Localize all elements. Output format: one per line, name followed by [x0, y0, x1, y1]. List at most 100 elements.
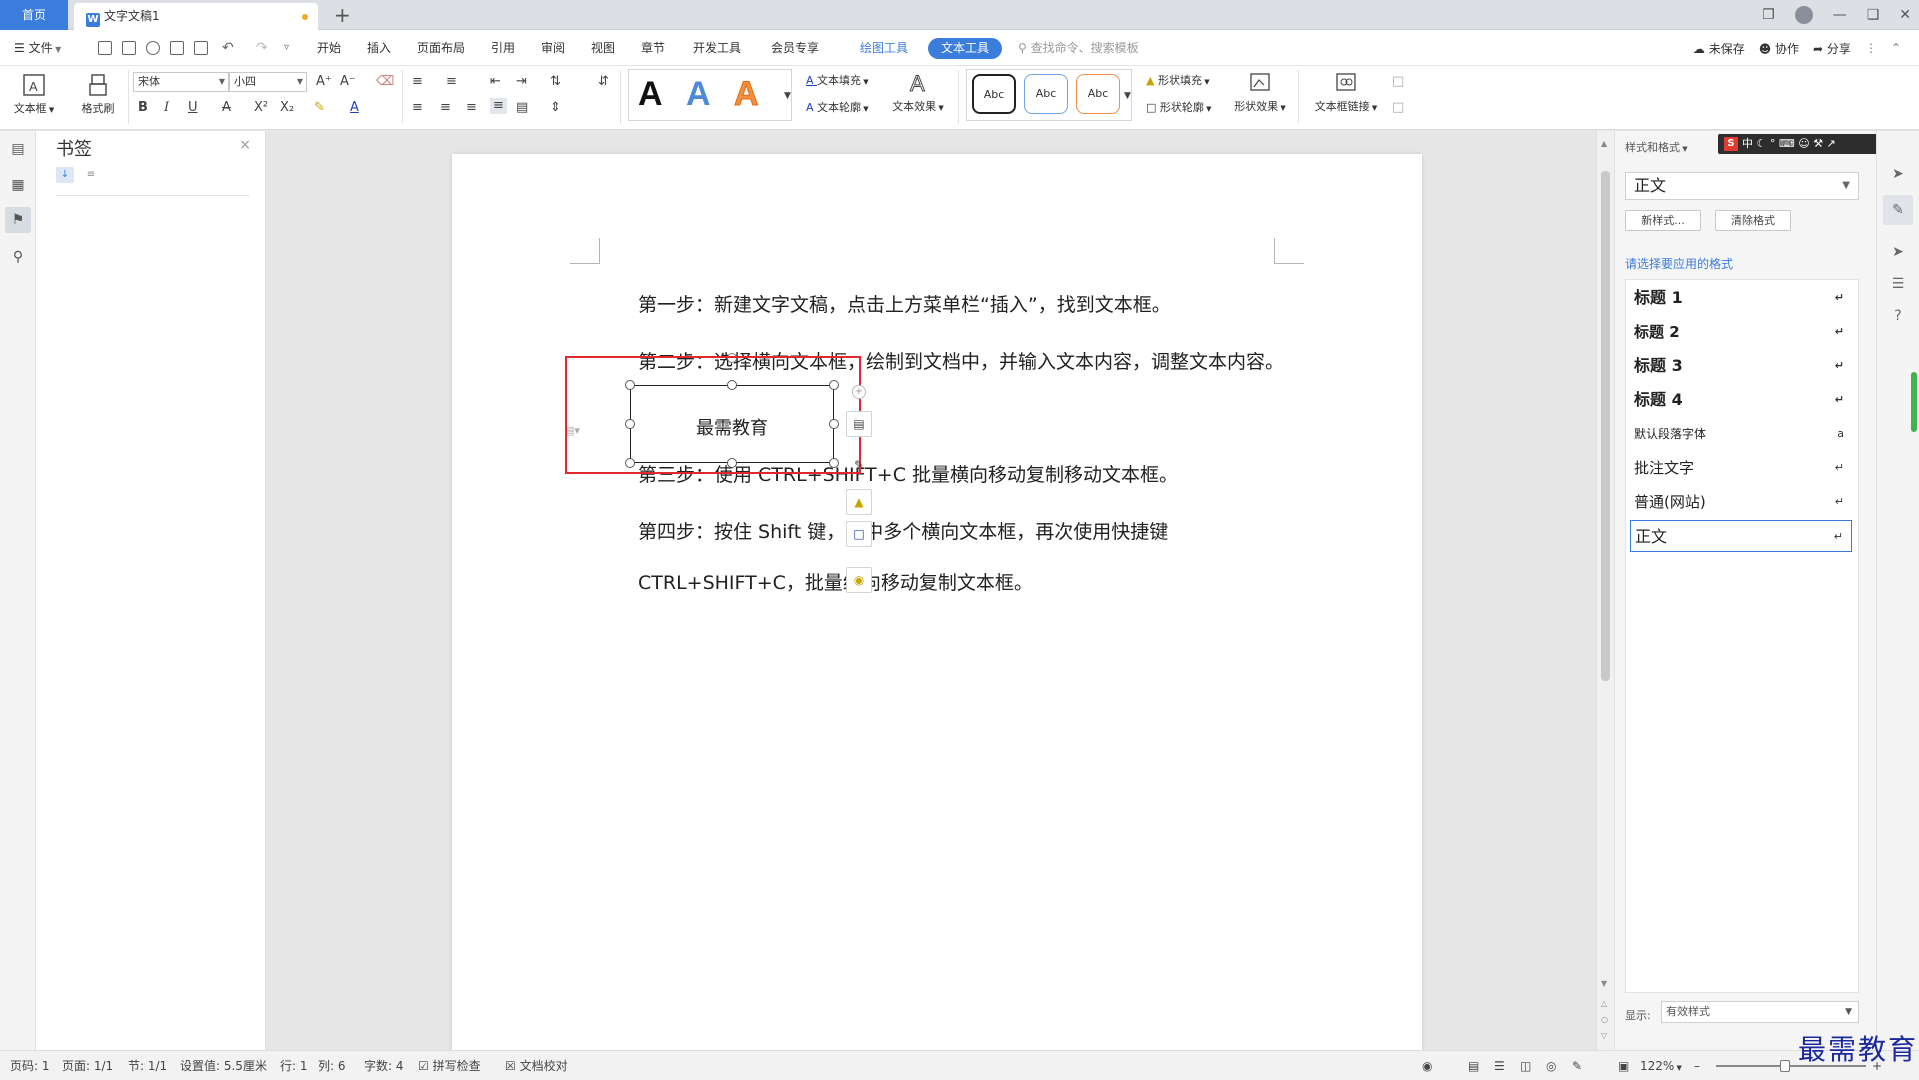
subscript-icon[interactable]: X₂: [280, 100, 294, 116]
add-icon[interactable]: +: [852, 385, 866, 399]
decrease-indent-icon[interactable]: ⇤: [490, 74, 501, 90]
minimize-button[interactable]: —: [1833, 7, 1847, 23]
align-right-icon[interactable]: ≡: [466, 100, 477, 116]
textbox-link-button[interactable]: 文本框链接 ▼: [1308, 70, 1384, 114]
status-pages[interactable]: 页面: 1/1: [62, 1051, 113, 1080]
shape-effects-button[interactable]: 形状效果 ▼: [1230, 70, 1290, 114]
outline-icon[interactable]: □: [846, 521, 872, 547]
collaborate-button[interactable]: ☻ 协作: [1759, 40, 1799, 57]
tab-insert[interactable]: 插入: [367, 30, 391, 66]
gallery-more-icon[interactable]: ▼: [1124, 88, 1131, 104]
format-painter-button[interactable]: 格式刷: [74, 72, 122, 116]
scroll-down-icon[interactable]: ▼: [1601, 979, 1607, 988]
font-name-select[interactable]: 宋体 ▼: [133, 72, 229, 92]
unsaved-button[interactable]: ☁ 未保存: [1693, 40, 1745, 57]
prev-page-icon[interactable]: △: [1601, 999, 1607, 1008]
reading-view-icon[interactable]: ◫: [1520, 1051, 1531, 1080]
document-tab[interactable]: W 文字文稿1: [74, 3, 318, 30]
web-view-icon[interactable]: ◎: [1546, 1051, 1556, 1080]
tab-start[interactable]: 开始: [317, 30, 341, 66]
avatar[interactable]: [1794, 6, 1813, 24]
style-heading-2[interactable]: 标题 2 ↵: [1630, 316, 1852, 348]
tab-developer[interactable]: 开发工具: [693, 30, 741, 66]
fit-page-icon[interactable]: ▣: [1618, 1051, 1629, 1080]
new-tab-button[interactable]: +: [334, 2, 351, 28]
textbox-button[interactable]: A 文本框 ▼: [10, 72, 58, 116]
close-window-button[interactable]: ✕: [1899, 7, 1911, 23]
document-page[interactable]: 第一步：新建文字文稿，点击上方菜单栏“插入”，找到文本框。 第二步：选择横向文本…: [452, 154, 1422, 1050]
font-color-icon[interactable]: A: [350, 100, 359, 116]
grow-font-icon[interactable]: A⁺: [316, 74, 332, 90]
paragraph-step-1[interactable]: 第一步：新建文字文稿，点击上方菜单栏“插入”，找到文本框。: [638, 290, 1171, 317]
show-select[interactable]: 有效样式 ▼: [1661, 1001, 1859, 1023]
new-style-button[interactable]: 新样式...: [1625, 210, 1701, 231]
highlight-icon[interactable]: ✎: [314, 100, 325, 116]
shrink-font-icon[interactable]: A⁻: [340, 74, 356, 90]
zoom-out-button[interactable]: –: [1694, 1051, 1700, 1080]
text-fill-button[interactable]: A 文本填充 ▼: [806, 72, 869, 88]
strikethrough-icon[interactable]: A: [222, 100, 231, 116]
home-tab[interactable]: 首页: [0, 0, 68, 30]
panel-scroll-indicator[interactable]: [1911, 372, 1917, 432]
paragraph-step-4[interactable]: 第四步：按住 Shift 键，选中多个横向文本框，再次使用快捷键: [638, 517, 1168, 544]
save-icon[interactable]: [122, 41, 136, 55]
outline-view-icon[interactable]: ☰: [1494, 1051, 1505, 1080]
shape-style-blue[interactable]: Abc: [1024, 74, 1068, 114]
tab-review[interactable]: 审阅: [541, 30, 565, 66]
styles-panel-header[interactable]: 样式和格式 ▼: [1625, 139, 1688, 155]
edit-pen-icon[interactable]: ✎: [846, 453, 872, 479]
shape-style-black[interactable]: Abc: [972, 74, 1016, 114]
file-menu[interactable]: ☰ 文件 ▼: [14, 30, 61, 66]
shape-style-orange[interactable]: Abc: [1076, 74, 1120, 114]
font-size-select[interactable]: 小四 ▼: [229, 72, 307, 92]
underline-icon[interactable]: U: [188, 100, 198, 116]
line-spacing-icon[interactable]: ⇕: [550, 100, 561, 116]
ime-tools-icon[interactable]: ☾ ° ⌨ ☺ ⚒ ↗: [1753, 137, 1835, 150]
clear-format-button[interactable]: 清除格式: [1715, 210, 1791, 231]
status-section[interactable]: 节: 1/1: [128, 1051, 167, 1080]
bold-icon[interactable]: B: [138, 100, 148, 116]
scrollbar-thumb[interactable]: [1601, 171, 1610, 681]
sort-by-position-icon[interactable]: ≡: [82, 167, 100, 183]
style-pen-icon[interactable]: ✎: [1889, 201, 1907, 219]
collapse-ribbon-icon[interactable]: ⌃: [1891, 41, 1901, 55]
tab-view[interactable]: 视图: [591, 30, 615, 66]
text-style-black[interactable]: A: [638, 74, 663, 114]
style-heading-1[interactable]: 标题 1 ↵: [1630, 282, 1852, 314]
bookmark-icon[interactable]: ⚑: [10, 212, 26, 228]
superscript-icon[interactable]: X²: [254, 100, 268, 116]
tab-chapter[interactable]: 章节: [641, 30, 665, 66]
text-style-orange[interactable]: A: [734, 74, 760, 114]
ime-toolbar[interactable]: S中 ☾ ° ⌨ ☺ ⚒ ↗: [1718, 134, 1882, 154]
layout-options-icon[interactable]: ▤: [846, 411, 872, 437]
numbering-icon[interactable]: ≡: [446, 74, 457, 90]
eye-protect-icon[interactable]: ◉: [1422, 1051, 1432, 1080]
search-icon[interactable]: ⚲: [10, 249, 26, 265]
restore-button[interactable]: ❑: [1867, 7, 1880, 23]
chapter-icon[interactable]: ▦: [10, 177, 26, 193]
status-words[interactable]: 字数: 4: [364, 1051, 404, 1080]
export-icon[interactable]: [146, 41, 160, 55]
command-search[interactable]: ⚲ 查找命令、搜索模板: [1018, 30, 1139, 66]
new-doc-icon[interactable]: [98, 41, 112, 55]
bullets-icon[interactable]: ≡: [412, 74, 423, 90]
text-direction-icon[interactable]: ⇅: [550, 74, 561, 90]
spell-check-button[interactable]: ☑ 拼写检查: [418, 1051, 481, 1080]
style-body[interactable]: 正文 ↵: [1630, 520, 1852, 552]
italic-icon[interactable]: I: [164, 100, 169, 116]
style-comment-text[interactable]: 批注文字 ↵: [1630, 452, 1852, 484]
print-preview-icon[interactable]: [194, 41, 208, 55]
increase-indent-icon[interactable]: ⇥: [516, 74, 527, 90]
sort-icon[interactable]: ⇵: [598, 74, 609, 90]
text-effects-button[interactable]: A 文本效果 ▼: [888, 70, 948, 114]
properties-icon[interactable]: ☰: [1889, 275, 1907, 293]
style-default-font[interactable]: 默认段落字体 a: [1630, 418, 1852, 450]
rocket-icon[interactable]: ➤: [1889, 165, 1907, 183]
align-center-icon[interactable]: ≡: [440, 100, 451, 116]
help-icon[interactable]: ?: [1889, 307, 1907, 325]
redo-icon[interactable]: ↷: [256, 30, 268, 66]
tab-text-tools[interactable]: 文本工具: [928, 38, 1003, 59]
style-heading-3[interactable]: 标题 3 ↵: [1630, 350, 1852, 382]
doc-proof-button[interactable]: ☒ 文档校对: [505, 1051, 568, 1080]
next-page-icon[interactable]: ▽: [1601, 1031, 1607, 1040]
